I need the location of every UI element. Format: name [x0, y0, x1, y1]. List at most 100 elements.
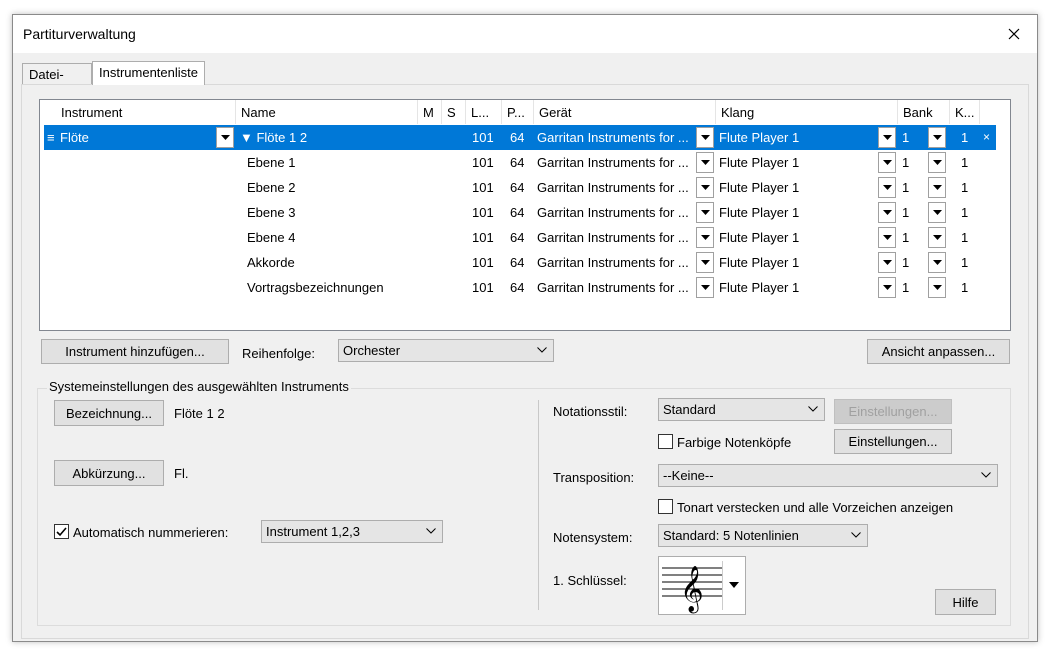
- bank-cell[interactable]: 1: [902, 200, 909, 225]
- device-dropdown[interactable]: [696, 227, 714, 248]
- close-button[interactable]: [991, 15, 1037, 53]
- bank-dropdown[interactable]: [928, 227, 946, 248]
- row-drag-handle[interactable]: ≡: [47, 125, 55, 150]
- bank-dropdown[interactable]: [928, 252, 946, 273]
- device-dropdown[interactable]: [696, 277, 714, 298]
- sound-dropdown[interactable]: [878, 252, 896, 273]
- remove-row-icon[interactable]: ×: [983, 125, 990, 150]
- tab-instrumentenliste[interactable]: Instrumentenliste: [92, 61, 205, 85]
- name-cell[interactable]: ▼ Flöte 1 2: [240, 125, 307, 150]
- bank-cell[interactable]: 1: [902, 275, 909, 300]
- bank-dropdown[interactable]: [928, 127, 946, 148]
- sound-dropdown[interactable]: [878, 177, 896, 198]
- clef-selector[interactable]: 𝄞: [658, 556, 746, 615]
- dropdown-arrow-icon: [932, 210, 942, 215]
- column-header-bank[interactable]: Bank: [898, 100, 950, 124]
- table-row[interactable]: Ebene 4 101 64 Garritan Instruments for ...…: [44, 225, 996, 250]
- chevron-down-icon: [808, 406, 818, 412]
- bank-cell[interactable]: 1: [902, 225, 909, 250]
- auto-number-checkbox[interactable]: [54, 524, 69, 539]
- sound-cell[interactable]: Flute Player 1: [719, 275, 799, 300]
- abbreviation-button[interactable]: Abkürzung...: [54, 460, 164, 486]
- bank-dropdown[interactable]: [928, 277, 946, 298]
- column-header-device[interactable]: Gerät: [534, 100, 716, 124]
- tab-label: Instrumentenliste: [99, 65, 198, 80]
- column-header-p[interactable]: P...: [502, 100, 534, 124]
- sound-cell[interactable]: Flute Player 1: [719, 150, 799, 175]
- bank-cell[interactable]: 1: [902, 125, 909, 150]
- sound-dropdown[interactable]: [878, 202, 896, 223]
- name-cell[interactable]: Akkorde: [247, 250, 295, 275]
- name-cell[interactable]: Ebene 2: [247, 175, 295, 200]
- instrument-cell[interactable]: Flöte: [60, 125, 89, 150]
- p-cell: 64: [510, 130, 525, 145]
- device-cell[interactable]: Garritan Instruments for ...: [537, 225, 692, 250]
- staff-select[interactable]: Standard: 5 Notenlinien: [658, 524, 868, 547]
- column-header-s[interactable]: S: [442, 100, 466, 124]
- sound-cell[interactable]: Flute Player 1: [719, 175, 799, 200]
- column-header-m[interactable]: M: [418, 100, 442, 124]
- device-cell[interactable]: Garritan Instruments for ...: [537, 200, 692, 225]
- instrument-dropdown[interactable]: [216, 127, 234, 148]
- name-cell[interactable]: Ebene 3: [247, 200, 295, 225]
- table-row[interactable]: Akkorde 101 64 Garritan Instruments for ...…: [44, 250, 996, 275]
- tab-datei-info[interactable]: Datei-Info: [22, 63, 92, 97]
- select-value: Standard: 5 Notenlinien: [663, 528, 799, 543]
- device-dropdown[interactable]: [696, 252, 714, 273]
- dropdown-arrow-icon: [220, 135, 230, 140]
- hide-key-checkbox[interactable]: [658, 499, 673, 514]
- bank-dropdown[interactable]: [928, 177, 946, 198]
- table-row[interactable]: Ebene 3 101 64 Garritan Instruments for ...…: [44, 200, 996, 225]
- bank-dropdown[interactable]: [928, 152, 946, 173]
- sound-cell[interactable]: Flute Player 1: [719, 125, 799, 150]
- column-header-sound[interactable]: Klang: [716, 100, 898, 124]
- sound-dropdown[interactable]: [878, 227, 896, 248]
- table-row-selected[interactable]: ≡ Flöte ▼ Flöte 1 2 101 64 Garritan Inst…: [44, 125, 996, 150]
- sound-cell[interactable]: Flute Player 1: [719, 200, 799, 225]
- transposition-select[interactable]: --Keine--: [658, 464, 998, 487]
- device-cell[interactable]: Garritan Instruments for ...: [537, 150, 692, 175]
- device-cell[interactable]: Garritan Instruments for ...: [537, 250, 692, 275]
- device-cell[interactable]: Garritan Instruments for ...: [537, 125, 692, 150]
- sound-dropdown[interactable]: [878, 277, 896, 298]
- instrument-grid[interactable]: Instrument Name M S L... P... Gerät Klan…: [39, 99, 1011, 331]
- device-dropdown[interactable]: [696, 127, 714, 148]
- bank-cell[interactable]: 1: [902, 175, 909, 200]
- name-cell[interactable]: Ebene 1: [247, 150, 295, 175]
- device-dropdown[interactable]: [696, 152, 714, 173]
- window-title: Partiturverwaltung: [23, 26, 136, 42]
- table-row[interactable]: Ebene 1 101 64 Garritan Instruments for ...…: [44, 150, 996, 175]
- colored-noteheads-checkbox[interactable]: [658, 434, 673, 449]
- customize-view-button[interactable]: Ansicht anpassen...: [867, 339, 1010, 364]
- column-header-name[interactable]: Name: [236, 100, 418, 124]
- help-button[interactable]: Hilfe: [935, 589, 996, 615]
- notation-style-select[interactable]: Standard: [658, 398, 825, 421]
- sound-cell[interactable]: Flute Player 1: [719, 250, 799, 275]
- device-cell[interactable]: Garritan Instruments for ...: [537, 175, 692, 200]
- device-dropdown[interactable]: [696, 177, 714, 198]
- sound-dropdown[interactable]: [878, 127, 896, 148]
- order-select[interactable]: Orchester: [338, 339, 554, 362]
- designation-button[interactable]: Bezeichnung...: [54, 400, 164, 426]
- name-cell[interactable]: Vortragsbezeichnungen: [247, 275, 384, 300]
- bank-cell[interactable]: 1: [902, 250, 909, 275]
- name-cell[interactable]: Ebene 4: [247, 225, 295, 250]
- device-dropdown[interactable]: [696, 202, 714, 223]
- table-row[interactable]: Ebene 2 101 64 Garritan Instruments for ...…: [44, 175, 996, 200]
- sound-cell[interactable]: Flute Player 1: [719, 225, 799, 250]
- column-header-instrument[interactable]: Instrument: [56, 100, 236, 124]
- bank-dropdown[interactable]: [928, 202, 946, 223]
- noteheads-settings-button[interactable]: Einstellungen...: [834, 429, 952, 454]
- bank-cell[interactable]: 1: [902, 150, 909, 175]
- column-header-l[interactable]: L...: [466, 100, 502, 124]
- device-cell[interactable]: Garritan Instruments for ...: [537, 275, 692, 300]
- sound-dropdown[interactable]: [878, 152, 896, 173]
- table-row[interactable]: Vortragsbezeichnungen 101 64 Garritan Instr…: [44, 275, 996, 300]
- p-cell: 64: [510, 280, 525, 295]
- title-bar: Partiturverwaltung: [13, 15, 1037, 53]
- column-header-k[interactable]: K...: [950, 100, 980, 124]
- dropdown-arrow-icon: [700, 160, 710, 165]
- dropdown-arrow-icon: [700, 235, 710, 240]
- add-instrument-button[interactable]: Instrument hinzufügen...: [41, 339, 229, 364]
- auto-number-select[interactable]: Instrument 1,2,3: [261, 520, 443, 543]
